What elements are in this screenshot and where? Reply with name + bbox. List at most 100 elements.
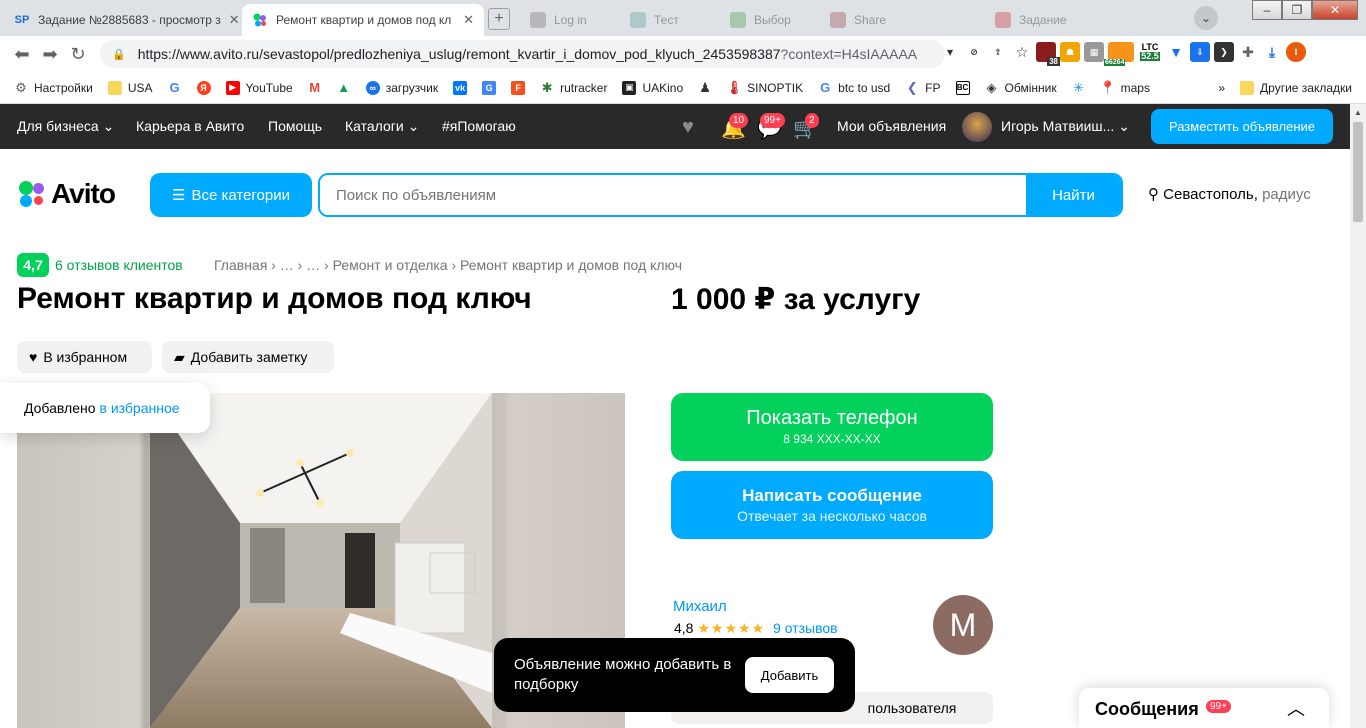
seller-name-link[interactable]: Михаил <box>673 598 727 615</box>
bookmark-google[interactable]: G <box>168 80 182 95</box>
bookmark-youtube[interactable]: ▶ YouTube <box>225 80 293 95</box>
post-ad-button[interactable]: Разместить объявление <box>1151 109 1333 144</box>
close-icon[interactable]: ✕ <box>463 12 474 28</box>
reload-icon[interactable]: ↻ <box>64 40 92 68</box>
bookmark-bc[interactable]: BC <box>955 80 970 95</box>
new-tab-button[interactable]: + <box>488 8 510 30</box>
download-ext-icon[interactable]: ⇩ <box>1190 42 1210 62</box>
search-input[interactable] <box>320 175 1030 215</box>
bookmark-usa[interactable]: USA <box>107 80 153 95</box>
bookmark-gmail[interactable]: M <box>308 80 322 95</box>
chevron-up-icon[interactable]: ︿ <box>1287 695 1305 721</box>
back-arrow-icon[interactable]: ⬅ <box>8 40 36 68</box>
page-scrollbar[interactable]: ▲ <box>1350 104 1366 728</box>
bookmark-figure[interactable]: ♟ <box>698 79 712 95</box>
profile-avatar-icon[interactable]: I <box>1286 42 1306 62</box>
browser-tab-3[interactable]: Log in <box>520 4 620 36</box>
bookmark-exchanger[interactable]: ◈ Обмінник <box>985 80 1057 95</box>
extension-v-icon[interactable]: ▼ <box>1166 42 1186 62</box>
nav-catalogs[interactable]: Каталоги ⌄ <box>345 118 419 135</box>
bookmark-sinoptik[interactable]: 🌡 SINOPTIK <box>725 79 803 95</box>
bookmark-drive[interactable]: ▲ <box>337 80 351 95</box>
toast-add-button[interactable]: Добавить <box>745 657 834 693</box>
user-menu[interactable]: Игорь Матвииш... ⌄ <box>1001 118 1130 135</box>
bookmark-uakino[interactable]: ▣ UAKino <box>622 80 683 95</box>
extension-terminal-icon[interactable]: ❯ <box>1214 42 1234 62</box>
tab-favicon-icon <box>530 12 546 28</box>
scroll-up-arrow-icon[interactable]: ▲ <box>1354 108 1362 117</box>
avito-logo[interactable]: Avito <box>17 178 116 210</box>
browser-tab-6[interactable]: Share <box>820 4 920 36</box>
dropdown-icon[interactable]: ▾ <box>940 42 960 62</box>
extension-fox-icon[interactable]: ☗ <box>1060 42 1080 62</box>
in-favorites-button[interactable]: ♥ В избранном <box>17 341 152 373</box>
minimize-icon[interactable]: – <box>1252 0 1282 20</box>
favorites-heart-icon[interactable]: ♥ <box>682 116 694 139</box>
bitcoin-ticker-icon[interactable]: 66264 <box>1104 42 1134 66</box>
window-close-icon[interactable]: ✕ <box>1312 0 1358 20</box>
browser-toolbar: ⬅ ➡ ↻ 🔒 https://www.avito.ru/sevastopol/… <box>0 36 1366 72</box>
nav-for-business[interactable]: Для бизнеса ⌄ <box>17 118 114 135</box>
bookmark-f[interactable]: F <box>511 80 526 95</box>
browser-tab-1[interactable]: SP Задание №2885683 - просмотр з ✕ <box>4 4 242 36</box>
messages-panel-badge: 99+ <box>1206 700 1231 713</box>
breadcrumb[interactable]: Главная › … › … › Ремонт и отделка › Рем… <box>214 257 682 273</box>
browser-tab-7[interactable]: Задание <box>985 4 1105 36</box>
litecoin-ticker-icon[interactable]: LTC 52.5 <box>1138 42 1162 62</box>
bookmark-downloader[interactable]: ∞ загрузчик <box>365 80 438 95</box>
bookmark-star[interactable]: ✳ <box>1072 79 1086 95</box>
location-selector[interactable]: ⚲ Севастополь, радиус <box>1148 185 1311 203</box>
all-categories-button[interactable]: ☰ Все категории <box>150 173 312 217</box>
browser-tab-4[interactable]: Тест <box>620 4 720 36</box>
bookmark-yandex[interactable]: Я <box>196 80 211 95</box>
extension-case-icon[interactable]: ▦ <box>1084 42 1104 62</box>
thermometer-icon: 🌡 <box>725 79 743 95</box>
add-note-button[interactable]: ▰ Добавить заметку <box>162 341 334 373</box>
bookmark-btc-to-usd[interactable]: Gbtc to usd <box>818 80 890 95</box>
bookmark-rutracker[interactable]: ✱ rutracker <box>540 80 608 95</box>
youtube-icon: ▶ <box>225 80 240 95</box>
show-phone-button[interactable]: Показать телефон 8 934 XXX-XX-XX <box>671 393 993 461</box>
nav-ya-pomogayu[interactable]: #яПомогаю <box>442 118 516 134</box>
messages-panel[interactable]: Сообщения 99+ ︿ <box>1079 688 1329 728</box>
seller-rating: 4,8 ★★★★★ 9 отзывов <box>674 620 838 636</box>
scrollbar-thumb[interactable] <box>1353 122 1363 222</box>
extension-shield-icon[interactable]: 38 <box>1036 42 1060 66</box>
nav-career[interactable]: Карьера в Авито <box>136 118 244 134</box>
favorites-link[interactable]: в избранное <box>100 400 180 416</box>
asterisk-icon: ✳ <box>1073 79 1085 95</box>
my-ads-link[interactable]: Мои объявления <box>837 118 946 134</box>
puzzle-icon[interactable]: ✚ <box>1238 42 1258 62</box>
messages-panel-title: Сообщения <box>1095 699 1199 719</box>
tab-search-chevron-icon[interactable]: ⌄ <box>1194 6 1218 30</box>
browser-tab-5[interactable]: Выбор <box>720 4 820 36</box>
cart-badge: 2 <box>805 113 819 128</box>
write-message-button[interactable]: Написать сообщение Отвечает за несколько… <box>671 471 993 539</box>
user-avatar[interactable] <box>962 112 992 142</box>
address-bar[interactable]: 🔒 https://www.avito.ru/sevastopol/predlo… <box>100 40 945 68</box>
find-button[interactable]: Найти <box>1026 175 1121 215</box>
tab-title: Выбор <box>754 13 791 27</box>
bookmark-star-icon[interactable]: ☆ <box>1012 42 1032 62</box>
figure-icon: ♟ <box>699 79 711 95</box>
nav-help[interactable]: Помощь <box>268 118 322 134</box>
translate-icon[interactable]: ⊘ <box>964 42 984 62</box>
share-icon[interactable]: ⇪ <box>988 42 1008 62</box>
bookmark-translate[interactable]: G <box>482 80 497 95</box>
other-bookmarks-folder[interactable]: Другие закладки <box>1240 80 1352 95</box>
bookmark-settings[interactable]: ⚙ Настройки <box>14 80 93 95</box>
close-icon[interactable]: ✕ <box>229 12 240 28</box>
listing-photo[interactable] <box>150 393 492 728</box>
browser-tab-2-active[interactable]: Ремонт квартир и домов под кл ✕ <box>242 4 484 36</box>
tab-title: Share <box>854 13 887 27</box>
bookmark-fp[interactable]: ❮ FP <box>905 80 941 95</box>
seller-reviews-link[interactable]: 9 отзывов <box>773 620 838 636</box>
bookmark-vk[interactable]: vk <box>453 80 468 95</box>
bookmarks-more-button[interactable]: » <box>1218 81 1225 95</box>
seller-avatar[interactable]: M <box>933 595 993 655</box>
downloads-icon[interactable]: ⤓ <box>1262 42 1282 62</box>
forward-arrow-icon[interactable]: ➡ <box>36 40 64 68</box>
maximize-icon[interactable]: ❐ <box>1282 0 1312 20</box>
bookmark-maps[interactable]: 📍 maps <box>1100 80 1150 95</box>
client-reviews-link[interactable]: 6 отзывов клиентов <box>55 257 183 273</box>
